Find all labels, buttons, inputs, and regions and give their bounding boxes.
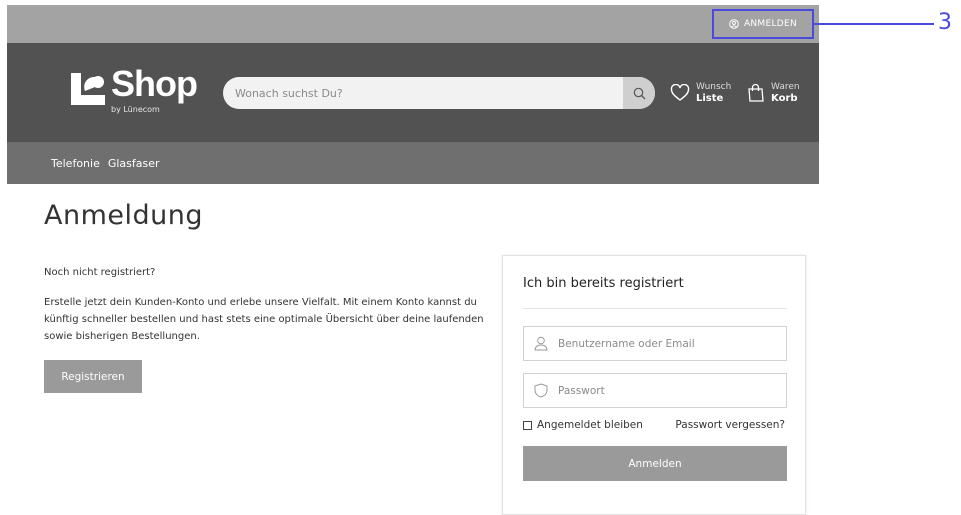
logo-wordmark: Shop: [111, 63, 198, 104]
cart-button[interactable]: Waren Korb: [747, 79, 800, 107]
heart-icon: [670, 84, 690, 101]
login-link[interactable]: ANMELDEN: [712, 9, 814, 39]
search-button[interactable]: [623, 77, 655, 109]
site-header: Shop by Lünecom Wunsch Liste Waren Korb: [7, 43, 819, 142]
forgot-password-link[interactable]: Passwort vergessen?: [675, 419, 785, 431]
search-icon: [633, 87, 645, 99]
register-description: Erstelle jetzt dein Kunden-Konto und erl…: [44, 297, 484, 342]
search-input[interactable]: [223, 77, 623, 109]
username-field: [523, 326, 787, 361]
remember-me-checkbox[interactable]: [523, 420, 532, 430]
password-input[interactable]: [558, 374, 782, 407]
user-icon: [534, 336, 548, 355]
shield-icon: [534, 383, 548, 402]
register-button[interactable]: Registrieren: [44, 360, 142, 393]
cart-label-bottom: Korb: [771, 93, 798, 104]
logo-subtitle: by Lünecom: [111, 105, 160, 114]
callout-number: 3: [938, 10, 952, 35]
callout-line: [814, 23, 934, 25]
register-heading: Noch nicht registriert?: [44, 267, 156, 278]
login-link-label: ANMELDEN: [743, 19, 798, 29]
search-bar: [223, 77, 655, 109]
nav-item-telefonie[interactable]: Telefonie: [51, 157, 100, 170]
top-utility-bar: [7, 5, 819, 43]
page-title: Anmeldung: [44, 200, 203, 231]
main-navigation: Telefonie Glasfaser: [7, 142, 819, 184]
login-card-divider: [523, 308, 787, 309]
remember-me: Angemeldet bleiben: [523, 419, 643, 431]
shop-logo[interactable]: Shop by Lünecom: [71, 63, 198, 119]
logo-mark-icon: [71, 73, 105, 105]
shopping-bag-icon: [748, 83, 764, 102]
nav-item-glasfaser[interactable]: Glasfaser: [108, 157, 160, 170]
password-field: [523, 373, 787, 408]
wishlist-button[interactable]: Wunsch Liste: [670, 79, 731, 107]
login-card-title: Ich bin bereits registriert: [523, 276, 684, 291]
cart-label-top: Waren: [771, 82, 800, 92]
login-card: Ich bin bereits registriert Angemeldet b…: [502, 255, 806, 515]
wishlist-label-bottom: Liste: [696, 93, 724, 104]
login-submit-button[interactable]: Anmelden: [523, 446, 787, 481]
wishlist-label-top: Wunsch: [696, 82, 732, 92]
username-input[interactable]: [558, 327, 782, 360]
user-circle-icon: [729, 19, 739, 29]
remember-me-label: Angemeldet bleiben: [537, 419, 643, 431]
